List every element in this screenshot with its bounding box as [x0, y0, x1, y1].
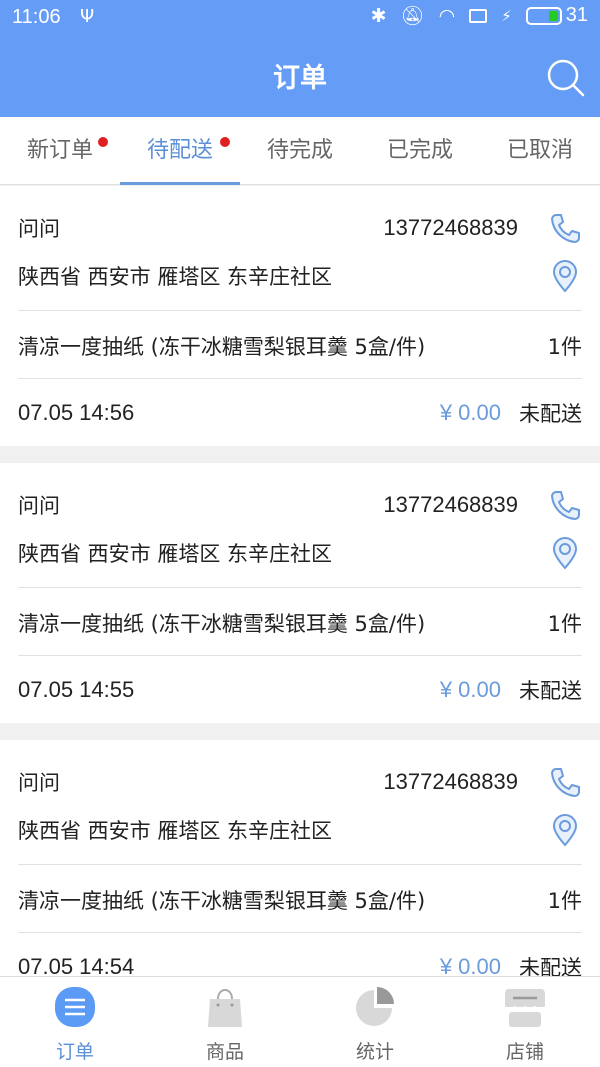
order-datetime: 07.05 14:55: [18, 677, 135, 702]
notification-badge: [220, 137, 230, 147]
product-quantity: 1件: [547, 612, 582, 636]
charging-icon: ⚡︎: [501, 6, 512, 25]
app-header: 11:06 Ψ ✱ 🔕︎ ◠ ⚡︎ 31 订单: [0, 0, 600, 117]
divider: [18, 932, 582, 933]
nav-label: 店铺: [505, 1041, 544, 1063]
bottom-navigation: 订单 商品 统计 店铺: [0, 976, 600, 1067]
shopping-bag-icon: [208, 989, 242, 1027]
tab-pending-delivery[interactable]: 待配送: [120, 117, 240, 185]
product-quantity: 1件: [547, 335, 582, 359]
location-pin-icon[interactable]: [548, 259, 582, 293]
order-list-icon: [55, 987, 95, 1027]
divider: [18, 864, 582, 865]
product-quantity: 1件: [547, 889, 582, 913]
nav-label: 统计: [355, 1041, 394, 1063]
delivery-status: 未配送: [519, 679, 582, 703]
mute-icon: 🔕︎: [400, 5, 425, 27]
divider: [18, 655, 582, 656]
nav-label: 商品: [205, 1041, 244, 1063]
customer-address: 陕西省 西安市 雁塔区 东辛庄社区: [18, 265, 333, 289]
status-time: 11:06: [12, 6, 61, 28]
status-bar: 11:06 Ψ ✱ 🔕︎ ◠ ⚡︎ 31: [0, 0, 600, 38]
nav-store[interactable]: 店铺: [450, 977, 600, 1067]
delivery-status: 未配送: [519, 402, 582, 426]
nav-orders[interactable]: 订单: [0, 977, 150, 1067]
product-name: 清凉一度抽纸 (冻干冰糖雪梨银耳羹 5盒/件): [18, 612, 426, 636]
order-datetime: 07.05 14:56: [18, 400, 135, 425]
order-card[interactable]: 问问 13772468839 陕西省 西安市 雁塔区 东辛庄社区 清凉一度抽纸 …: [0, 740, 600, 1000]
phone-icon[interactable]: [548, 211, 582, 245]
tab-cancelled[interactable]: 已取消: [480, 117, 600, 184]
tab-pending-completion[interactable]: 待完成: [240, 117, 360, 184]
usb-icon: Ψ: [80, 6, 95, 27]
store-icon: [504, 989, 546, 1027]
customer-phone: 13772468839: [383, 769, 518, 794]
order-card[interactable]: 问问 13772468839 陕西省 西安市 雁塔区 东辛庄社区 清凉一度抽纸 …: [0, 463, 600, 723]
wifi-icon: ◠: [438, 4, 456, 27]
order-price: ¥ 0.00: [439, 677, 501, 702]
tab-completed[interactable]: 已完成: [360, 117, 480, 184]
location-pin-icon[interactable]: [548, 813, 582, 847]
pie-chart-icon: [356, 987, 394, 1026]
customer-name: 问问: [18, 494, 60, 518]
order-price: ¥ 0.00: [439, 400, 501, 425]
bluetooth-icon: ✱: [370, 4, 387, 27]
divider: [18, 378, 582, 379]
tab-new-orders[interactable]: 新订单: [0, 117, 120, 184]
product-name: 清凉一度抽纸 (冻干冰糖雪梨银耳羹 5盒/件): [18, 889, 426, 913]
location-pin-icon[interactable]: [548, 536, 582, 570]
customer-phone: 13772468839: [383, 215, 518, 240]
divider: [18, 587, 582, 588]
divider: [18, 310, 582, 311]
customer-address: 陕西省 西安市 雁塔区 东辛庄社区: [18, 819, 333, 843]
nav-products[interactable]: 商品: [150, 977, 300, 1067]
notification-badge: [98, 137, 108, 147]
product-name: 清凉一度抽纸 (冻干冰糖雪梨银耳羹 5盒/件): [18, 335, 426, 359]
customer-name: 问问: [18, 771, 60, 795]
battery-icon: [525, 6, 562, 25]
customer-address: 陕西省 西安市 雁塔区 东辛庄社区: [18, 542, 333, 566]
search-icon[interactable]: [546, 58, 586, 98]
page-title: 订单: [273, 63, 327, 94]
nav-label: 订单: [55, 1041, 94, 1063]
screen-icon: [469, 8, 488, 23]
order-card[interactable]: 问问 13772468839 陕西省 西安市 雁塔区 东辛庄社区 清凉一度抽纸 …: [0, 186, 600, 446]
order-status-tabs: 新订单 待配送 待完成 已完成 已取消: [0, 117, 600, 185]
phone-icon[interactable]: [548, 765, 582, 799]
battery-level: 31: [565, 4, 588, 26]
phone-icon[interactable]: [548, 488, 582, 522]
customer-name: 问问: [18, 217, 60, 241]
nav-statistics[interactable]: 统计: [300, 977, 450, 1067]
customer-phone: 13772468839: [383, 492, 518, 517]
order-list: 问问 13772468839 陕西省 西安市 雁塔区 东辛庄社区 清凉一度抽纸 …: [0, 186, 600, 1017]
